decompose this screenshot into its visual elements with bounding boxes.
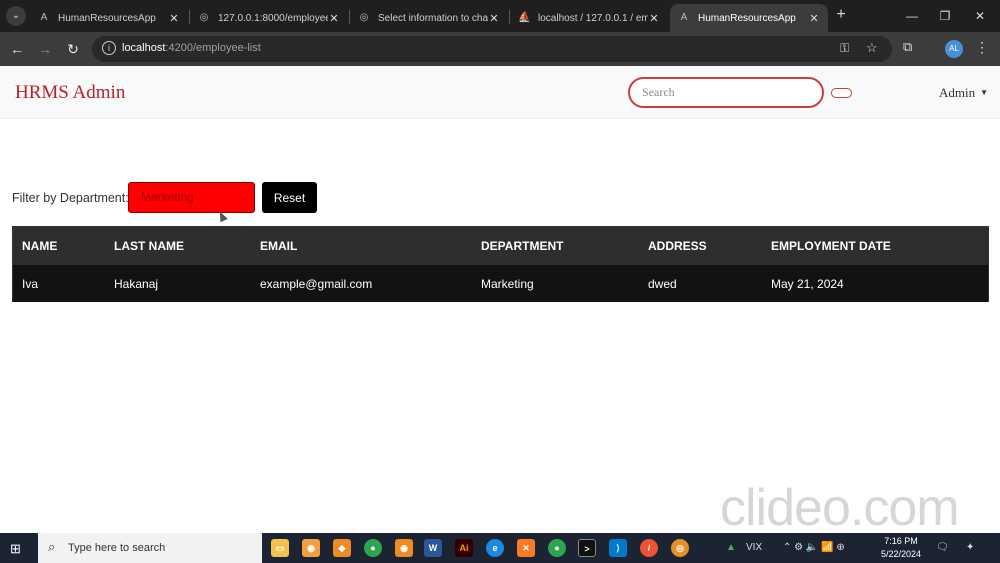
vscode-icon[interactable]: ⟩ [609,539,627,557]
cell-department: Marketing [481,277,534,291]
globe-icon: ◎ [199,12,209,23]
tab-humanresourcesapp-1[interactable]: A HumanResourcesApp ✕ [30,4,188,32]
tab-title: HumanResourcesApp [58,12,156,24]
system-tray-icons[interactable]: ⌃ ⚙ 🔈 📶 ⊕ [783,542,845,553]
extensions-icon[interactable]: ⧉ [903,39,912,55]
new-tab-icon[interactable]: + [832,6,850,24]
close-tab-icon[interactable]: ✕ [808,12,820,25]
address-bar[interactable]: i localhost:4200/employee-list ⚿ ☆ [92,36,892,62]
back-icon[interactable]: ← [7,39,27,59]
close-window-icon[interactable]: ✕ [965,6,995,26]
angular-icon: A [40,12,48,23]
tab-title: Select information to cha [378,12,488,24]
globe-icon: ◎ [359,12,369,23]
word-icon[interactable]: W [424,539,442,557]
tab-title: localhost / 127.0.0.1 / em [538,12,648,24]
reset-button[interactable]: Reset [262,182,317,213]
reload-icon[interactable]: ↻ [63,39,83,59]
department-select[interactable]: Marketing ⌄ [128,182,255,213]
terminal-icon[interactable]: > [578,539,596,557]
bookmark-star-icon[interactable]: ☆ [866,40,878,56]
profile-avatar[interactable]: AL [945,40,963,58]
employee-table: NAME LAST NAME EMAIL DEPARTMENT ADDRESS … [12,226,989,302]
xampp-icon[interactable]: ✕ [517,539,535,557]
app-icon[interactable]: ◆ [333,539,351,557]
angular-icon: A [680,12,688,23]
cell-address: dwed [648,277,677,291]
taskbar-search-placeholder: Type here to search [68,542,166,554]
tab-django-admin[interactable]: ◎ Select information to cha ✕ [350,4,508,32]
caret-down-icon: ▼ [980,88,989,97]
password-key-icon[interactable]: ⚿ [840,41,849,56]
forward-icon[interactable]: → [35,39,55,59]
minimize-icon[interactable]: — [897,6,927,26]
site-info-icon[interactable]: i [102,41,116,55]
chrome-icon[interactable]: ● [548,539,566,557]
app-icon[interactable]: ◉ [302,539,320,557]
notification-icon[interactable]: 🗨 [936,542,949,553]
close-tab-icon[interactable]: ✕ [488,12,500,25]
column-header-employment-date: EMPLOYMENT DATE [771,239,891,253]
clock-date: 5/22/2024 [880,549,922,559]
browser-tab-bar: ⌄ A HumanResourcesApp ✕ ◎ 127.0.0.1:8000… [0,0,1000,32]
search-button[interactable] [831,88,852,98]
app-brand[interactable]: HRMS Admin [15,82,125,104]
cell-employment-date: May 21, 2024 [771,277,844,291]
edge-icon[interactable]: e [486,539,504,557]
column-header-last-name: LAST NAME [114,239,184,253]
clideo-watermark: clideo.com [720,479,960,537]
tab-title: HumanResourcesApp [698,12,796,24]
cell-last-name: Hakanaj [114,277,159,291]
column-header-address: ADDRESS [648,239,707,253]
tab-search-icon[interactable]: ⌄ [6,6,26,26]
restore-icon[interactable]: ❐ [930,6,960,26]
column-header-name: NAME [22,239,58,253]
illustrator-icon[interactable]: Ai [455,539,473,557]
admin-label: Admin [939,85,976,100]
stock-label[interactable]: VIX [746,542,762,553]
screen: ⌄ A HumanResourcesApp ✕ ◎ 127.0.0.1:8000… [0,0,1000,563]
url-text: localhost:4200/employee-list [122,42,261,54]
tab-employee-api[interactable]: ◎ 127.0.0.1:8000/employee ✕ [190,4,348,32]
url-host: localhost [122,42,166,54]
stock-chart-icon: ▲ [726,542,736,553]
table-header-row: NAME LAST NAME EMAIL DEPARTMENT ADDRESS … [13,227,988,265]
search-input[interactable] [628,77,824,108]
app-icon[interactable]: ◎ [671,539,689,557]
copilot-icon[interactable]: ✦ [966,542,974,553]
taskbar-search-box[interactable]: ⌕ Type here to search [38,533,262,563]
windows-taskbar: ⊞ ⌕ Type here to search ▭ ◉ ◆ ● ◉ W Ai e… [0,533,1000,563]
phpmyadmin-icon: ⛵ [518,12,531,23]
department-select-value: Marketing [141,190,194,204]
column-header-department: DEPARTMENT [481,239,564,253]
close-tab-icon[interactable]: ✕ [168,12,180,25]
file-explorer-icon[interactable]: ▭ [271,539,289,557]
chevron-down-icon: ⌄ [240,192,248,202]
cell-name: Iva [22,277,39,291]
tab-humanresourcesapp-active[interactable]: A HumanResourcesApp ✕ [670,4,828,32]
admin-dropdown[interactable]: Admin ▼ [939,85,988,101]
taskbar-clock[interactable]: 7:16 PM 5/22/2024 [876,535,926,561]
column-header-email: EMAIL [260,239,298,253]
table-row[interactable]: Iva Hakanaj example@gmail.com Marketing … [13,265,988,302]
windows-start-icon[interactable]: ⊞ [10,541,21,557]
clock-time: 7:16 PM [884,536,918,546]
cell-email: example@gmail.com [260,277,373,291]
app-icon[interactable]: ◉ [395,539,413,557]
app-navbar: HRMS Admin Admin ▼ [0,66,1000,119]
browser-menu-icon[interactable]: ⋮ [975,39,989,56]
browser-toolbar: ← → ↻ i localhost:4200/employee-list ⚿ ☆… [0,32,1000,66]
tab-phpmyadmin[interactable]: ⛵ localhost / 127.0.0.1 / em ✕ [510,4,668,32]
url-path: :4200/employee-list [165,42,261,54]
app-icon[interactable]: / [640,539,658,557]
tab-title: 127.0.0.1:8000/employee [218,12,328,24]
search-icon: ⌕ [48,539,56,554]
chrome-icon[interactable]: ● [364,539,382,557]
close-tab-icon[interactable]: ✕ [648,12,660,25]
close-tab-icon[interactable]: ✕ [328,12,340,25]
filter-label: Filter by Department: [12,191,129,205]
